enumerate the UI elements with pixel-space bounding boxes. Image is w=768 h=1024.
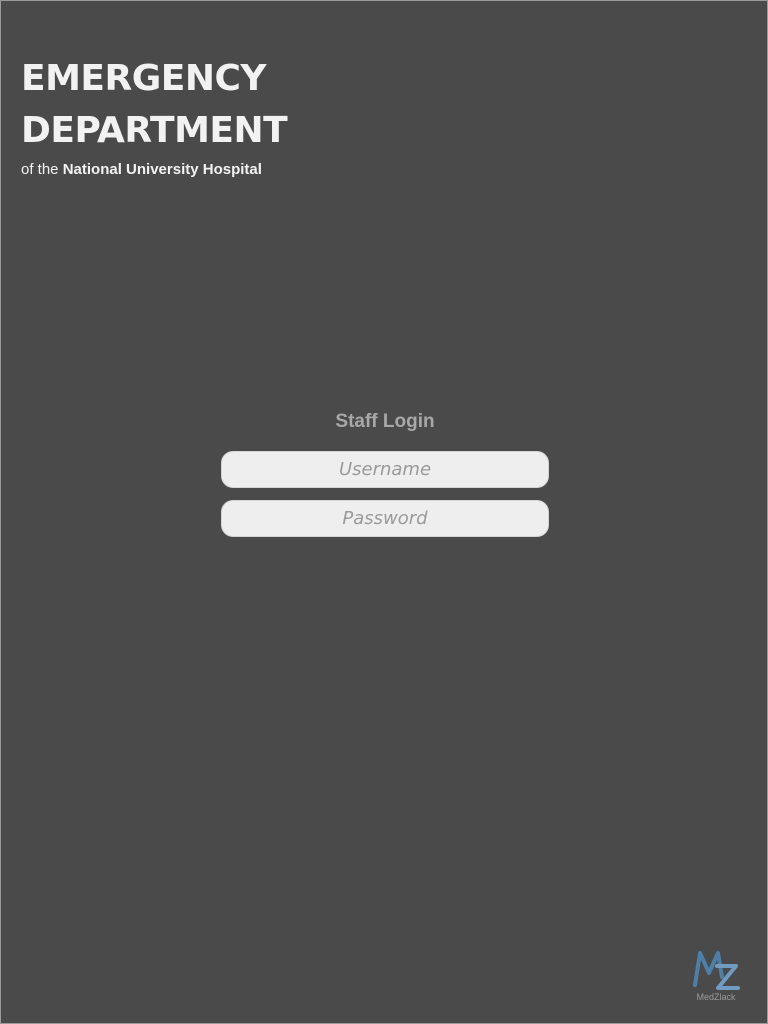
department-branding: EMERGENCY DEPARTMENT of the National Uni… — [21, 53, 288, 178]
hospital-subtitle: of the National University Hospital — [21, 161, 287, 178]
department-title-line1: EMERGENCY — [21, 58, 267, 99]
login-title: Staff Login — [335, 411, 435, 432]
password-input[interactable] — [221, 500, 549, 537]
medzlack-logo-icon — [693, 951, 740, 990]
department-title-line2: DEPARTMENT — [21, 110, 288, 151]
username-input[interactable] — [221, 451, 549, 488]
department-title: EMERGENCY DEPARTMENT — [21, 53, 288, 157]
login-screen: EMERGENCY DEPARTMENT of the National Uni… — [0, 0, 768, 1024]
staff-login-form: Staff Login — [221, 411, 549, 549]
hospital-name: National University Hospital — [62, 161, 262, 178]
medzlack-logo: MedZlack — [689, 947, 743, 1011]
logo-wordmark: MedZlack — [696, 992, 736, 1002]
subtitle-prefix: of the — [21, 161, 59, 178]
